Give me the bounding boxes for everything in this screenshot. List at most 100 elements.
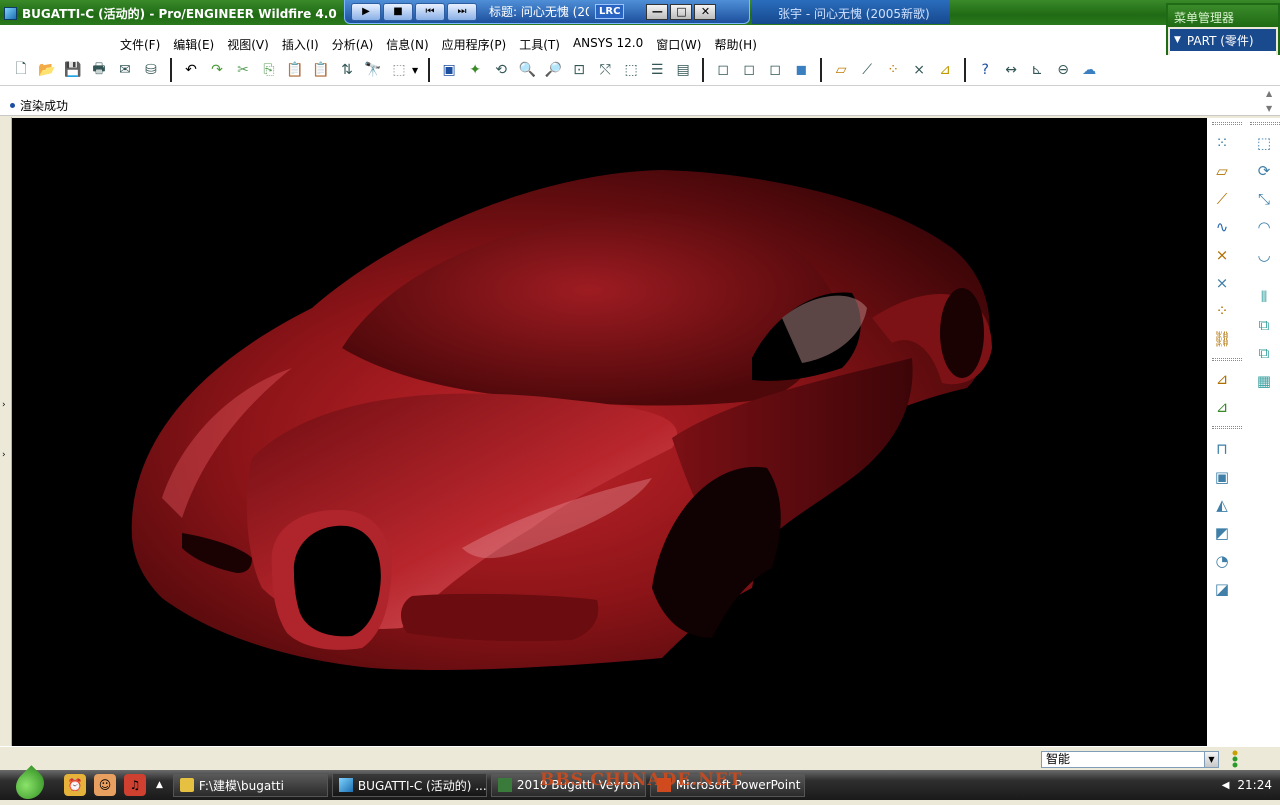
note-tool-icon[interactable]: ⊿ <box>1210 396 1234 418</box>
analysis-tool-icon[interactable]: ⛓ <box>1210 328 1234 350</box>
mirror-tool-icon[interactable]: ⫴ <box>1252 286 1276 308</box>
menu-view[interactable]: 视图(V) <box>227 36 269 53</box>
print-icon[interactable]: 🖶 <box>88 59 110 81</box>
measure-area-icon[interactable]: ⊖ <box>1052 59 1074 81</box>
send-link-icon[interactable]: ⛁ <box>140 59 162 81</box>
copy-icon[interactable]: ⎘ <box>258 59 280 81</box>
paste-special-icon[interactable]: 📋 <box>310 59 332 81</box>
plane-tool-icon[interactable]: ▱ <box>1210 160 1234 182</box>
navigator-sash[interactable]: › › <box>0 117 12 746</box>
mass-properties-icon[interactable]: ☁ <box>1078 59 1100 81</box>
taskbar-item-proe[interactable]: BUGATTI-C (活动的) ... <box>331 773 487 797</box>
datum-points-icon[interactable]: ⁘ <box>882 59 904 81</box>
graphics-window[interactable] <box>12 118 1207 746</box>
view-manager-icon[interactable]: ▤ <box>672 59 694 81</box>
coordinate-systems-icon[interactable]: ⨯ <box>908 59 930 81</box>
hole-tool-icon[interactable]: ⊓ <box>1210 438 1234 460</box>
menu-help[interactable]: 帮助(H) <box>714 36 756 53</box>
tray-expand-icon[interactable]: ◀ <box>1222 780 1230 791</box>
play-icon[interactable]: ▶ <box>351 2 381 21</box>
message-scrollbar[interactable]: ▲ ▼ <box>1266 89 1278 113</box>
selection-dropdown-icon[interactable]: ▼ <box>412 66 418 75</box>
stop-icon[interactable]: ■ <box>383 2 413 21</box>
axis-tool-icon[interactable]: ⟋ <box>1210 188 1234 210</box>
open-folder-icon[interactable]: 📂 <box>36 59 58 81</box>
selection-box-icon[interactable]: ⬚ <box>388 59 410 81</box>
measure-angle-icon[interactable]: ⊾ <box>1026 59 1048 81</box>
media-app-icon[interactable]: ♫ <box>124 774 146 796</box>
curve-tool-icon[interactable]: ∿ <box>1210 216 1234 238</box>
sweep-tool-icon[interactable]: ⤡ <box>1252 188 1276 210</box>
paste-icon[interactable]: 📋 <box>284 59 306 81</box>
trim-tool-icon[interactable]: ⧉ <box>1252 342 1276 364</box>
regenerate-icon[interactable]: ⇅ <box>336 59 358 81</box>
previous-icon[interactable]: ⏮ <box>415 2 445 21</box>
selection-filter-select[interactable]: 智能 ▼ <box>1041 751 1219 768</box>
new-file-icon[interactable]: 🗋 <box>10 59 32 81</box>
hidden-line-icon[interactable]: ◻ <box>738 59 760 81</box>
rib-tool-icon[interactable]: ◭ <box>1210 494 1234 516</box>
wireframe-icon[interactable]: ◻ <box>712 59 734 81</box>
menu-analysis[interactable]: 分析(A) <box>332 36 374 53</box>
round-tool-icon[interactable]: ◔ <box>1210 550 1234 572</box>
menu-window[interactable]: 窗口(W) <box>656 36 701 53</box>
lrc-button[interactable]: LRC <box>595 4 625 19</box>
minimize-icon[interactable]: — <box>646 3 669 20</box>
annotation-tool-icon[interactable]: ⊿ <box>1210 368 1234 390</box>
send-mail-icon[interactable]: ✉ <box>114 59 136 81</box>
clock-app-icon[interactable]: ⏰ <box>64 774 86 796</box>
datum-planes-icon[interactable]: ▱ <box>830 59 852 81</box>
undo-icon[interactable]: ↶ <box>180 59 202 81</box>
datum-display-icon[interactable]: ⁙ <box>1210 132 1234 154</box>
revolve-tool-icon[interactable]: ⟳ <box>1252 160 1276 182</box>
chevron-down-icon[interactable]: ▼ <box>1204 752 1218 767</box>
sash-arrow-icon[interactable]: › <box>2 400 6 410</box>
reorient-icon[interactable]: ⤲ <box>594 59 616 81</box>
menu-insert[interactable]: 插入(I) <box>282 36 319 53</box>
saved-views-icon[interactable]: ⬚ <box>620 59 642 81</box>
cut-icon[interactable]: ✂ <box>232 59 254 81</box>
taskbar-item-folder[interactable]: F:\建模\bugatti <box>172 773 328 797</box>
extrude-tool-icon[interactable]: ⬚ <box>1252 132 1276 154</box>
point-tool-icon[interactable]: ⨯ <box>1210 244 1234 266</box>
scroll-up-icon[interactable]: ▲ <box>1266 89 1278 98</box>
chat-app-icon[interactable]: ☺ <box>94 774 116 796</box>
menu-manager-part-item[interactable]: ▼ PART (零件) <box>1170 29 1276 51</box>
layers-icon[interactable]: ☰ <box>646 59 668 81</box>
orient-mode-icon[interactable]: ⟲ <box>490 59 512 81</box>
menu-tools[interactable]: 工具(T) <box>519 36 560 53</box>
refit-icon[interactable]: ⊡ <box>568 59 590 81</box>
sash-arrow-icon[interactable]: › <box>2 450 6 460</box>
save-icon[interactable]: 💾 <box>62 59 84 81</box>
merge-tool-icon[interactable]: ⧉ <box>1252 314 1276 336</box>
start-button[interactable] <box>0 765 60 805</box>
menu-edit[interactable]: 编辑(E) <box>173 36 214 53</box>
zoom-in-icon[interactable]: 🔍 <box>516 59 538 81</box>
datum-axes-icon[interactable]: ⟋ <box>856 59 878 81</box>
find-icon[interactable]: 🔭 <box>362 59 384 81</box>
annotations-icon[interactable]: ⊿ <box>934 59 956 81</box>
blend-tool-icon[interactable]: ◠ <box>1252 216 1276 238</box>
quicklaunch-more-icon[interactable]: ▲ <box>156 780 163 790</box>
shading-icon[interactable]: ◼ <box>790 59 812 81</box>
chamfer-tool-icon[interactable]: ◪ <box>1210 578 1234 600</box>
scroll-down-icon[interactable]: ▼ <box>1266 104 1278 113</box>
repaint-icon[interactable]: ▣ <box>438 59 460 81</box>
next-icon[interactable]: ⏭ <box>447 2 477 21</box>
menu-applications[interactable]: 应用程序(P) <box>442 36 507 53</box>
menu-info[interactable]: 信息(N) <box>386 36 428 53</box>
maximize-icon[interactable]: □ <box>670 3 693 20</box>
close-icon[interactable]: ✕ <box>694 3 717 20</box>
spin-center-icon[interactable]: ✦ <box>464 59 486 81</box>
draft-tool-icon[interactable]: ◩ <box>1210 522 1234 544</box>
context-help-icon[interactable]: ? <box>974 59 996 81</box>
shell-tool-icon[interactable]: ▣ <box>1210 466 1234 488</box>
menu-ansys[interactable]: ANSYS 12.0 <box>573 36 643 53</box>
measure-distance-icon[interactable]: ↔ <box>1000 59 1022 81</box>
no-hidden-icon[interactable]: ◻ <box>764 59 786 81</box>
boundary-tool-icon[interactable]: ◡ <box>1252 244 1276 266</box>
csys-tool-icon[interactable]: ⨯ <box>1210 272 1234 294</box>
menu-file[interactable]: 文件(F) <box>120 36 160 53</box>
pattern-tool-icon[interactable]: ▦ <box>1252 370 1276 392</box>
redo-icon[interactable]: ↷ <box>206 59 228 81</box>
